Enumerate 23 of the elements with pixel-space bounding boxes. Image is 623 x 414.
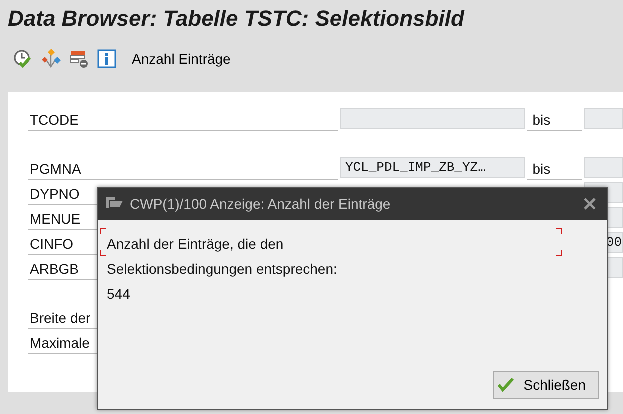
focus-corner-icon [100,250,106,256]
close-icon[interactable] [583,197,597,211]
focus-corner-icon [100,228,106,234]
focus-corner-icon [556,228,562,234]
field-list-button[interactable] [68,48,90,70]
window-icon [106,197,124,211]
input-field[interactable] [340,108,525,129]
input-field[interactable]: YCL_PDL_IMP_ZB_YZ… [340,157,525,178]
count-entries-button[interactable]: Anzahl Einträge [130,49,233,69]
range-label: bis [532,112,551,128]
info-button[interactable] [96,48,118,70]
checkmark-icon [498,378,514,392]
execute-button[interactable] [12,48,34,70]
entry-count: 544 [106,285,132,304]
window-title: Data Browser: Tabelle TSTC: Selektionsbild [8,6,464,32]
field-label: PGMNA [28,155,338,180]
input-field[interactable] [584,108,623,129]
field-label: TCODE [28,106,338,131]
range-label: bis [532,161,551,177]
input-field[interactable] [584,157,623,178]
close-button[interactable]: Schließen [492,371,599,399]
variants-button[interactable] [40,48,62,70]
focus-corner-icon [556,250,562,256]
